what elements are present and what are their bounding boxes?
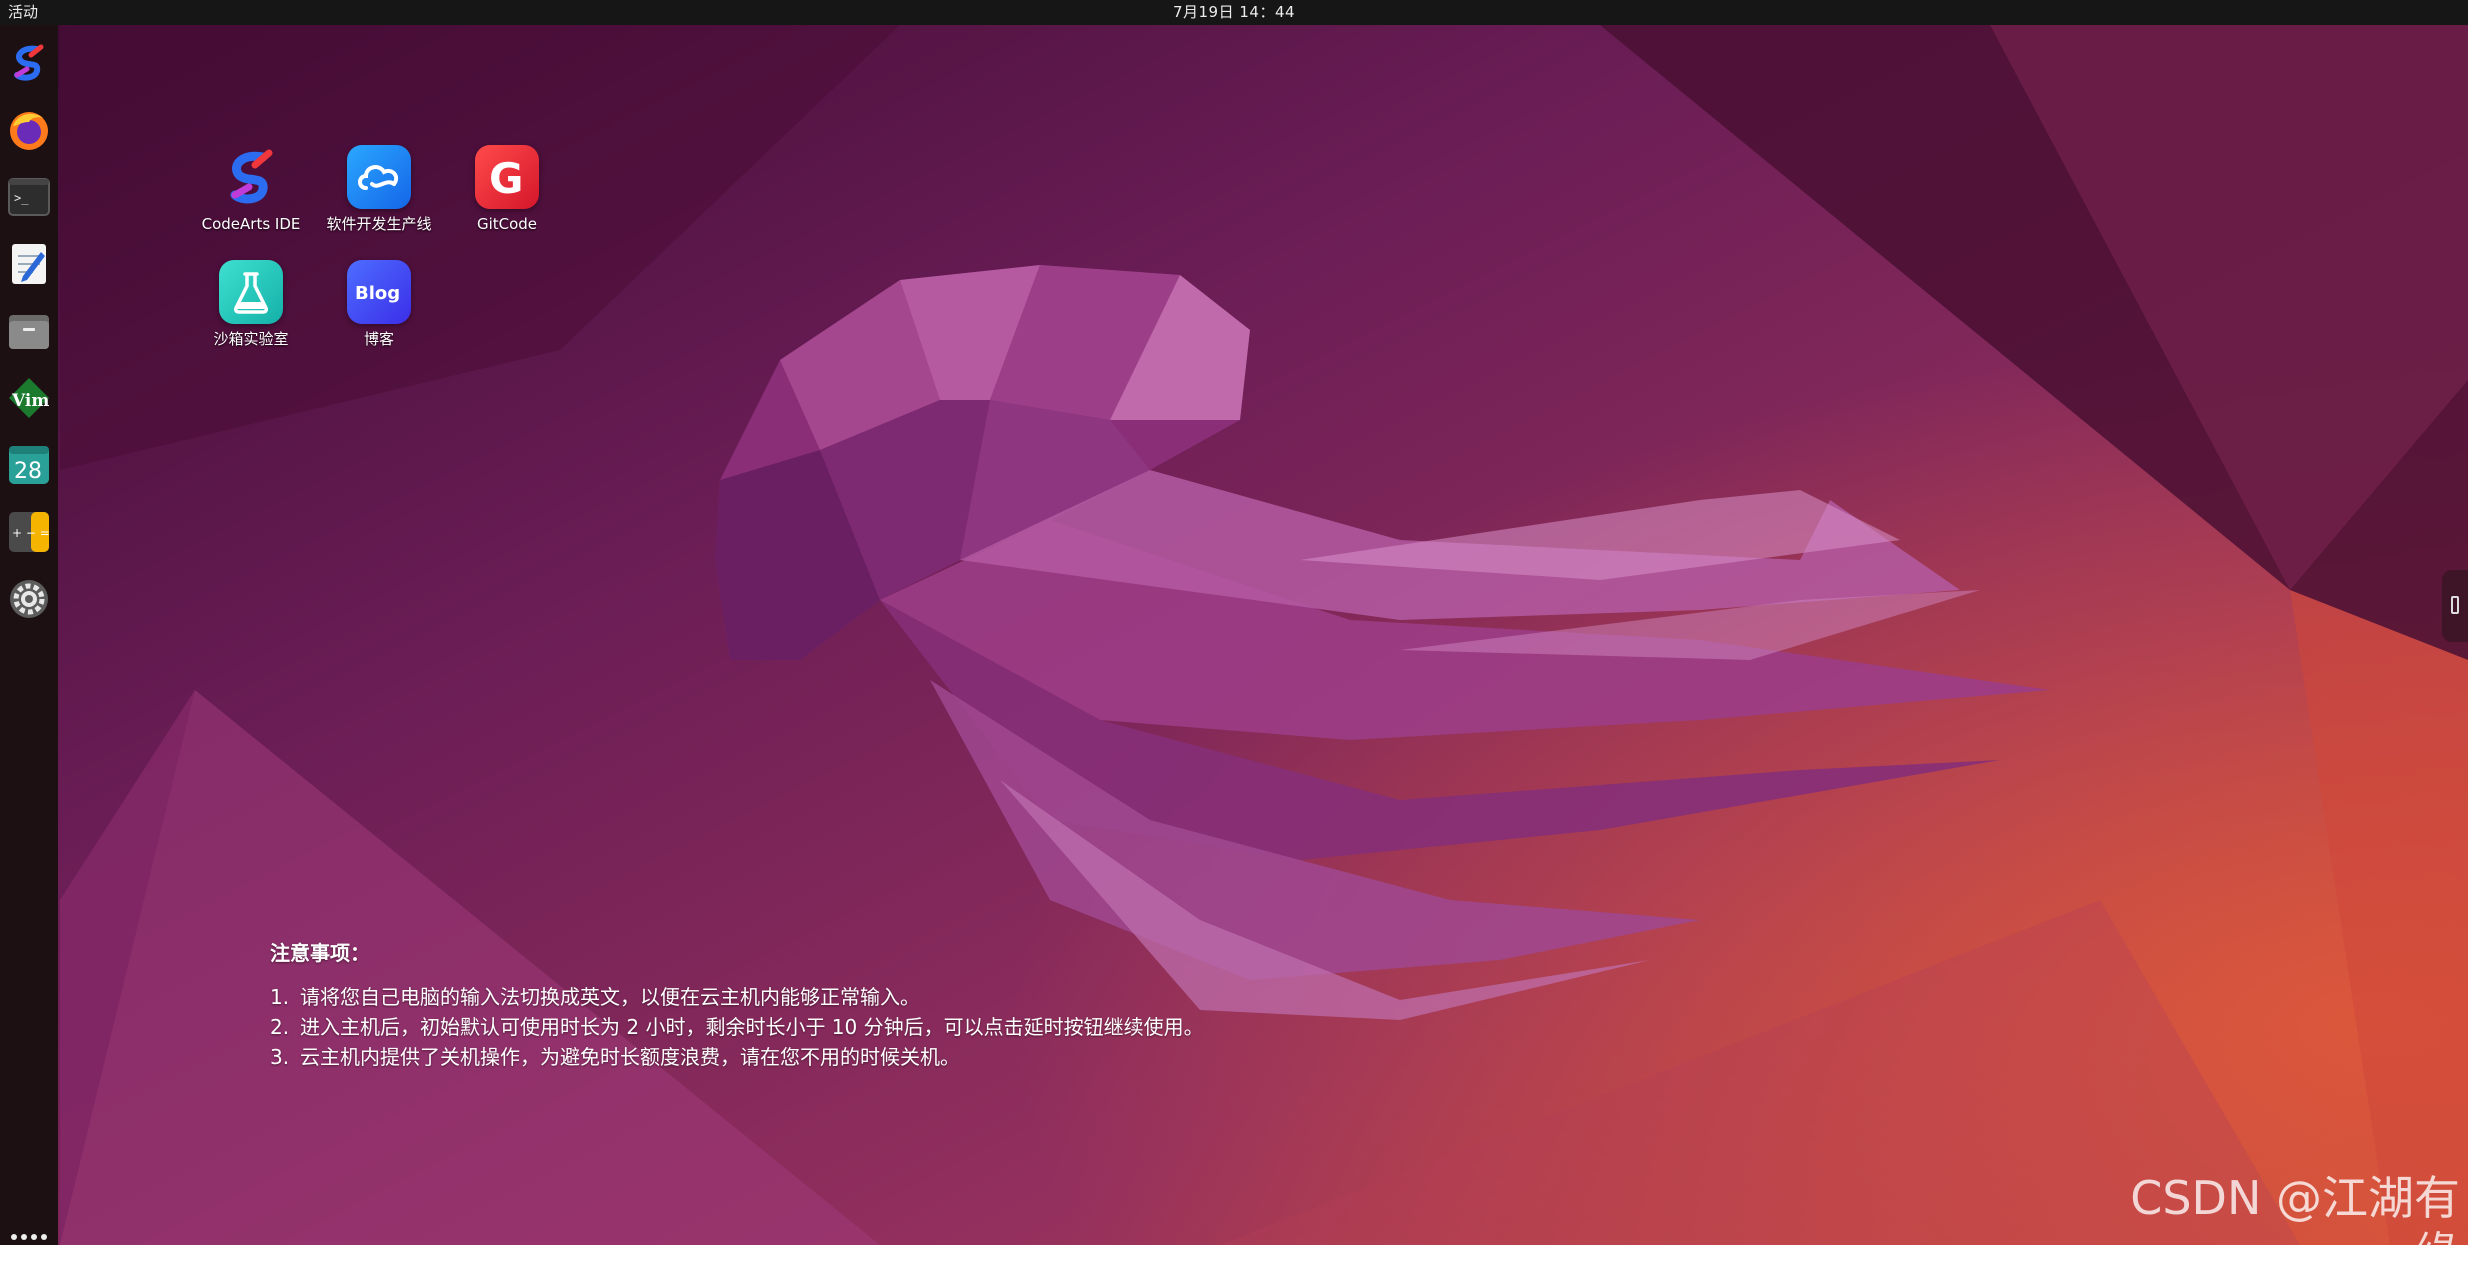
desktop-icon-label: GitCode: [476, 215, 538, 233]
panel-icon: [2451, 596, 2459, 614]
dock-item-calendar[interactable]: 28: [4, 436, 54, 494]
desktop-icon-blog[interactable]: Blog 博客: [315, 260, 443, 368]
gitcode-glyph: G: [489, 154, 523, 203]
grid-dots-icon: [11, 1234, 47, 1240]
desktop-icon-label: CodeArts IDE: [201, 215, 301, 233]
notice-item-text: 请将您自己电脑的输入法切换成英文，以便在云主机内能够正常输入。: [300, 985, 920, 1009]
dock-item-firefox[interactable]: [4, 101, 54, 159]
vim-icon: Vim: [9, 378, 49, 418]
desktop-icon-label: 沙箱实验室: [213, 330, 289, 348]
vim-glyph: Vim: [11, 391, 49, 411]
notice-item-number: 1.: [270, 985, 290, 1009]
watermark: CSDN @江湖有缘: [2130, 1171, 2460, 1281]
notice-item: 1. 请将您自己电脑的输入法切换成英文，以便在云主机内能够正常输入。: [270, 982, 1204, 1012]
notice-item: 2. 进入主机后，初始默认可使用时长为 2 小时，剩余时长小于 10 分钟后，可以…: [270, 1012, 1204, 1042]
dock-item-settings[interactable]: [4, 570, 54, 628]
side-panel-toggle[interactable]: [2442, 570, 2468, 642]
dock-item-calculator[interactable]: + − =: [4, 503, 54, 561]
notice-item-text: 云主机内提供了关机操作，为避免时长额度浪费，请在您不用的时候关机。: [300, 1045, 960, 1069]
dock-item-terminal[interactable]: >_: [4, 168, 54, 226]
notice-item-text: 进入主机后，初始默认可使用时长为 2 小时，剩余时长小于 10 分钟后，可以点击…: [300, 1015, 1204, 1039]
notice-title: 注意事项：: [270, 941, 370, 965]
codearts-icon: [14, 44, 44, 81]
desktop-icon-gitcode[interactable]: G GitCode: [443, 145, 571, 253]
notice-item-number: 3.: [270, 1045, 290, 1069]
terminal-icon: >_: [8, 178, 50, 216]
dock-item-text-editor[interactable]: [4, 235, 54, 293]
top-bar: 活动 7月19日 14：44: [0, 0, 2468, 25]
text-editor-icon: [12, 244, 46, 284]
dock: >_ Vim 28 + − =: [0, 25, 58, 1245]
terminal-glyph: >_: [14, 191, 29, 205]
dock-item-codearts-ide[interactable]: [4, 34, 54, 92]
desktop-icon-label: 软件开发生产线: [326, 215, 432, 233]
codearts-icon: [219, 145, 283, 209]
desktop-icon-label: 博客: [363, 330, 394, 348]
calculator-glyph: + − =: [12, 526, 50, 540]
files-icon: [9, 315, 49, 349]
flask-icon: [219, 260, 283, 324]
gitcode-icon: G: [475, 145, 539, 209]
dock-item-files[interactable]: [4, 302, 54, 360]
gear-icon: [10, 580, 48, 618]
desktop-icon-codearts-ide[interactable]: CodeArts IDE: [187, 145, 315, 253]
notice-item: 3. 云主机内提供了关机操作，为避免时长额度浪费，请在您不用的时候关机。: [270, 1042, 1204, 1072]
desktop-icon-devcloud[interactable]: 软件开发生产线: [315, 145, 443, 253]
notice-item-number: 2.: [270, 1015, 290, 1039]
firefox-icon: [10, 112, 48, 150]
notice-panel: 注意事项： 1. 请将您自己电脑的输入法切换成英文，以便在云主机内能够正常输入。 …: [270, 938, 1204, 1072]
dock-item-vim[interactable]: Vim: [4, 369, 54, 427]
calculator-icon: + − =: [9, 512, 50, 552]
clock[interactable]: 7月19日 14：44: [0, 3, 2468, 22]
cloud-icon: [347, 145, 411, 209]
blog-glyph: Blog: [355, 283, 400, 304]
calendar-icon: 28: [9, 446, 49, 484]
calendar-day: 28: [14, 459, 42, 484]
desktop-icon-sandbox-lab[interactable]: 沙箱实验室: [187, 260, 315, 368]
blog-icon: Blog: [347, 260, 411, 324]
show-apps-button[interactable]: [8, 1229, 50, 1245]
